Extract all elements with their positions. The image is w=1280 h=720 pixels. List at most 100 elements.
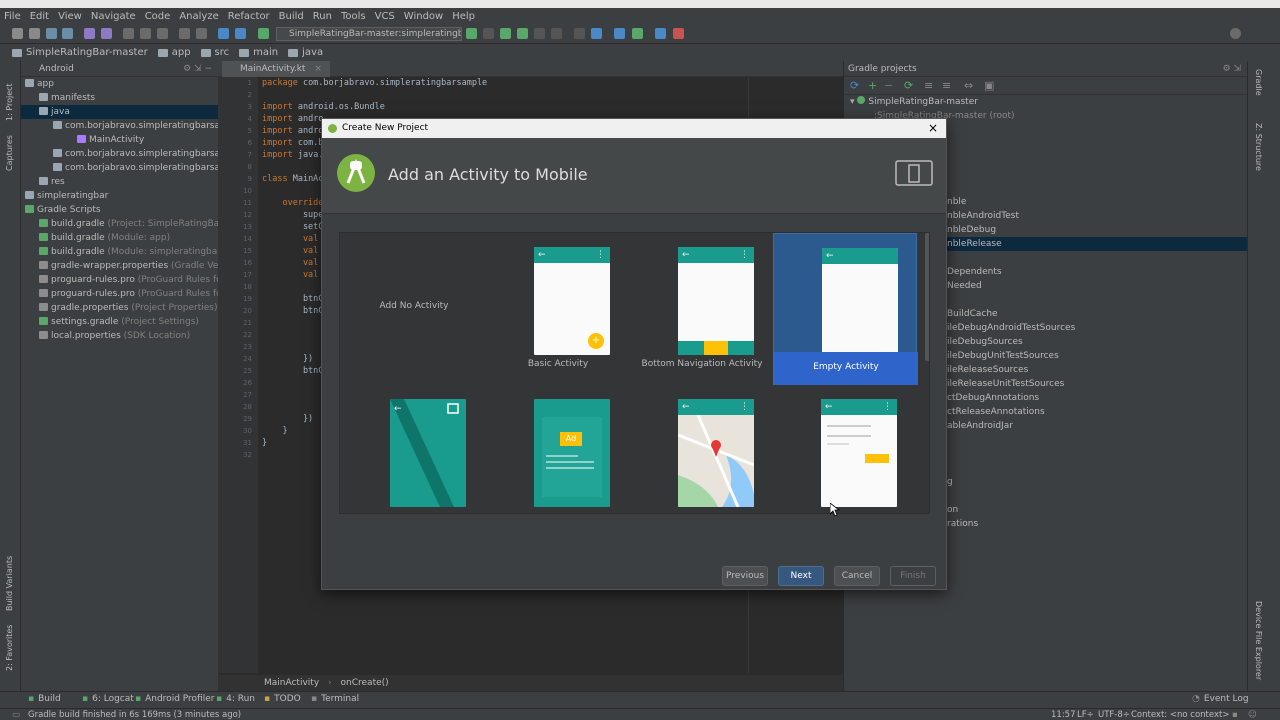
remove-gradle-project-icon[interactable]: − bbox=[884, 79, 893, 92]
bottom-tab[interactable]: ▪ Terminal bbox=[311, 694, 359, 704]
refresh-gradle-icon[interactable]: ⟳ bbox=[850, 79, 859, 92]
favorites-tool-tab[interactable]: 2: Favorites bbox=[5, 621, 14, 671]
gradle-root-item[interactable]: ▾ SimpleRatingBar-master bbox=[844, 95, 1247, 109]
replace-icon[interactable] bbox=[196, 28, 207, 39]
previous-button[interactable]: Previous bbox=[722, 566, 768, 586]
panel-settings-icon[interactable]: ⚙ ⇲ − bbox=[183, 61, 212, 77]
project-structure-icon[interactable] bbox=[614, 28, 625, 39]
project-tool-tab[interactable]: 1: Project bbox=[5, 67, 14, 121]
menu-item-view[interactable]: View bbox=[58, 11, 82, 22]
gradle-tool-tab[interactable]: Gradle bbox=[1254, 69, 1263, 109]
menu-item-refactor[interactable]: Refactor bbox=[228, 11, 270, 22]
forward-icon[interactable] bbox=[235, 28, 246, 39]
context-indicator[interactable]: Context: <no context> bbox=[1131, 709, 1229, 720]
undo-icon[interactable] bbox=[84, 28, 95, 39]
breadcrumb-class[interactable]: MainActivity bbox=[264, 678, 319, 688]
build-variants-tool-tab[interactable]: Build Variants bbox=[5, 541, 14, 611]
menu-item-navigate[interactable]: Navigate bbox=[91, 11, 136, 22]
attach-debugger-icon[interactable] bbox=[534, 28, 545, 39]
add-gradle-project-icon[interactable]: + bbox=[868, 79, 877, 92]
close-icon[interactable]: × bbox=[928, 119, 938, 138]
breadcrumb-item[interactable]: src bbox=[200, 47, 229, 58]
lock-icon[interactable]: ▪ bbox=[1232, 709, 1238, 720]
menu-item-analyze[interactable]: Analyze bbox=[179, 11, 218, 22]
tree-item[interactable]: proguard-rules.pro (ProGuard Rules for a… bbox=[21, 273, 218, 287]
open-folder-icon[interactable] bbox=[12, 28, 23, 39]
apply-changes-icon[interactable] bbox=[483, 28, 494, 39]
cut-icon[interactable] bbox=[123, 28, 134, 39]
gallery-scrollbar[interactable] bbox=[925, 233, 929, 361]
tree-item[interactable]: gradle.properties (Project Properties) bbox=[21, 301, 218, 315]
tab-main-activity[interactable]: MainActivity.kt × bbox=[222, 61, 330, 77]
tree-item[interactable]: local.properties (SDK Location) bbox=[21, 329, 218, 343]
tree-item[interactable]: java bbox=[21, 105, 218, 119]
tile-admob-activity[interactable]: Ad bbox=[486, 385, 630, 513]
tree-item[interactable]: settings.gradle (Project Settings) bbox=[21, 315, 218, 329]
record-icon[interactable] bbox=[673, 28, 684, 39]
avd-manager-icon[interactable] bbox=[574, 28, 585, 39]
code-line[interactable] bbox=[262, 89, 487, 101]
bottom-tab[interactable]: ▪ Android Profiler bbox=[135, 694, 214, 704]
menu-item-help[interactable]: Help bbox=[452, 11, 475, 22]
tile-basic-activity[interactable]: ← ⋮ + Basic Activity bbox=[486, 233, 630, 385]
sdk-manager-icon[interactable] bbox=[591, 28, 602, 39]
stop-icon[interactable] bbox=[551, 28, 562, 39]
hector-icon[interactable]: ☺ bbox=[1248, 709, 1257, 720]
tree-item[interactable]: simpleratingbar bbox=[21, 189, 218, 203]
gradle-panel-settings-icon[interactable]: ⚙ ⇲ bbox=[1223, 61, 1241, 77]
offline-mode-icon[interactable]: ⇔ bbox=[964, 79, 973, 92]
menu-item-build[interactable]: Build bbox=[279, 11, 304, 22]
profile-icon[interactable] bbox=[517, 28, 528, 39]
file-encoding[interactable]: UTF-8÷ bbox=[1098, 709, 1130, 720]
tree-item[interactable]: res bbox=[21, 175, 218, 189]
menu-item-window[interactable]: Window bbox=[404, 11, 443, 22]
project-view-mode[interactable]: Android bbox=[39, 64, 74, 74]
back-icon[interactable] bbox=[218, 28, 229, 39]
tree-item[interactable]: com.borjabravo.simpleratingbarsampl bbox=[21, 119, 218, 133]
execute-task-icon[interactable]: ⟳ bbox=[904, 79, 913, 92]
next-button[interactable]: Next bbox=[778, 566, 824, 586]
tree-item[interactable]: com.borjabravo.simpleratingbarsampl bbox=[21, 147, 218, 161]
code-line[interactable]: package com.borjabravo.simpleratingbarsa… bbox=[262, 77, 487, 89]
refresh-icon[interactable] bbox=[62, 28, 73, 39]
tree-item[interactable]: build.gradle (Module: app) bbox=[21, 231, 218, 245]
menu-item-run[interactable]: Run bbox=[313, 11, 332, 22]
status-icon[interactable]: ▭ bbox=[12, 709, 20, 720]
bottom-tab[interactable]: ▪ Build bbox=[28, 694, 61, 704]
expand-all-icon[interactable]: ≡ bbox=[924, 79, 933, 92]
tree-item[interactable]: MainActivity bbox=[21, 133, 218, 147]
paste-icon[interactable] bbox=[157, 28, 168, 39]
tile-bottom-navigation-activity[interactable]: ← ⋮ Bottom Navigation Activity bbox=[630, 233, 774, 385]
tile-empty-activity[interactable]: ← Empty Activity bbox=[773, 233, 918, 385]
tile-login-activity[interactable]: ← ⋮ bbox=[773, 385, 917, 513]
tree-item[interactable]: gradle-wrapper.properties (Gradle Versio… bbox=[21, 259, 218, 273]
cancel-button[interactable]: Cancel bbox=[834, 566, 880, 586]
tree-item[interactable]: build.gradle (Module: simpleratingbar) bbox=[21, 245, 218, 259]
tree-item[interactable]: build.gradle (Project: SimpleRatingBar-m… bbox=[21, 217, 218, 231]
redo-icon[interactable] bbox=[101, 28, 112, 39]
breadcrumb-item[interactable]: java bbox=[288, 47, 323, 58]
tree-item[interactable]: manifests bbox=[21, 91, 218, 105]
code-line[interactable]: import android.os.Bundle bbox=[262, 101, 487, 113]
run-icon[interactable] bbox=[466, 28, 477, 39]
gradle-settings-icon[interactable]: ▣ bbox=[984, 79, 994, 92]
breadcrumb-item[interactable]: SimpleRatingBar-master bbox=[12, 47, 148, 58]
device-file-explorer-tab[interactable]: Device File Explorer bbox=[1254, 601, 1263, 687]
tree-item[interactable]: app bbox=[21, 77, 218, 91]
breadcrumb-method[interactable]: onCreate() bbox=[341, 678, 389, 688]
menu-item-tools[interactable]: Tools bbox=[341, 11, 366, 22]
debug-icon[interactable] bbox=[500, 28, 511, 39]
line-separator[interactable]: LF÷ bbox=[1077, 709, 1094, 720]
device-icon[interactable] bbox=[632, 28, 643, 39]
close-icon[interactable]: × bbox=[314, 64, 322, 74]
breadcrumb-item[interactable]: app bbox=[157, 47, 191, 58]
tree-item[interactable]: proguard-rules.pro (ProGuard Rules for s… bbox=[21, 287, 218, 301]
menu-item-code[interactable]: Code bbox=[145, 11, 171, 22]
search-everywhere-icon[interactable] bbox=[1230, 28, 1241, 39]
make-project-icon[interactable] bbox=[258, 28, 269, 39]
tile-google-maps-activity[interactable]: ← ⋮ bbox=[630, 385, 774, 513]
tile-add-no-activity[interactable]: Add No Activity bbox=[342, 233, 486, 385]
bottom-tab[interactable]: ▪ 4: Run bbox=[216, 694, 255, 704]
captures-tool-tab[interactable]: Captures bbox=[5, 127, 14, 171]
breadcrumb-item[interactable]: main bbox=[239, 47, 278, 58]
